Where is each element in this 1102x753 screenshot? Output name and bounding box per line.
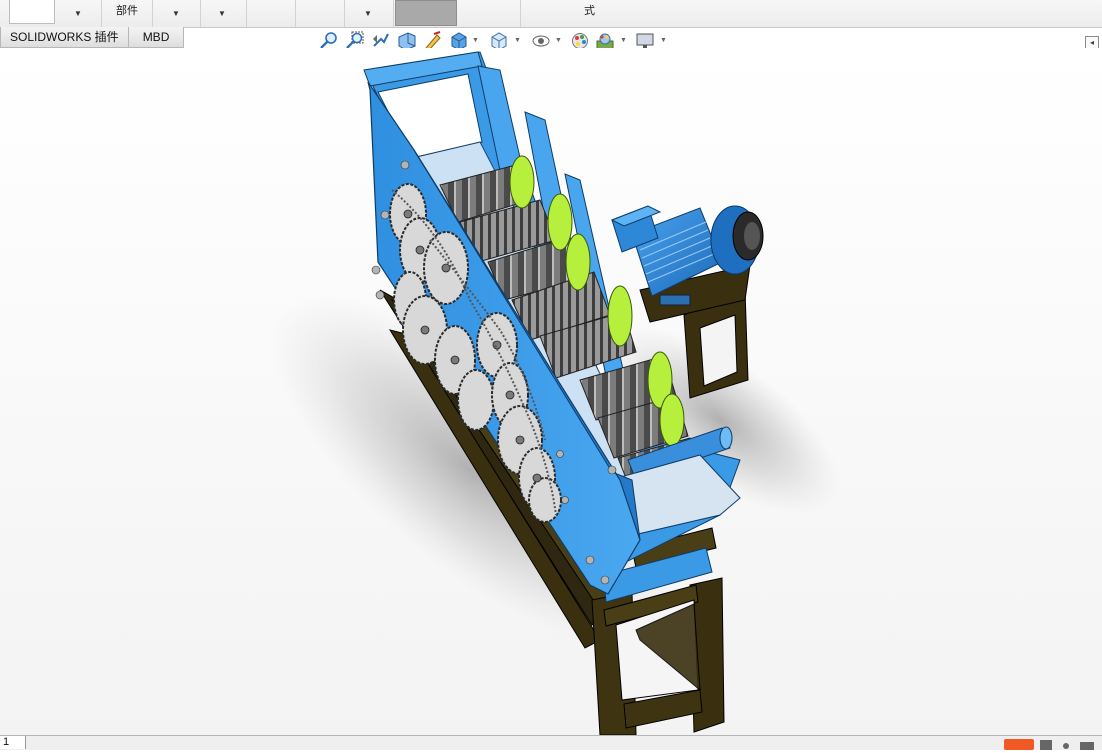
tray-icon[interactable] <box>1063 743 1069 749</box>
ribbon-segment-mode[interactable]: 式 <box>520 0 660 27</box>
tab-solidworks-addins[interactable]: SOLIDWORKS 插件 <box>0 27 129 48</box>
ribbon-segment-1: ▼ <box>0 0 102 27</box>
model-3d-view[interactable] <box>0 48 1102 735</box>
tray-app-icon[interactable] <box>1004 739 1034 750</box>
chevron-down-icon[interactable]: ▼ <box>555 37 562 44</box>
ribbon-segment-7: ▼ <box>344 0 394 27</box>
ribbon-button-active[interactable] <box>395 0 457 26</box>
chevron-down-icon[interactable]: ▼ <box>172 9 180 18</box>
chevron-down-icon[interactable]: ▼ <box>514 37 521 44</box>
tab-mbd[interactable]: MBD <box>128 27 185 48</box>
chevron-down-icon[interactable]: ▼ <box>472 37 479 44</box>
sheet-tab-1[interactable]: 1 <box>0 736 26 749</box>
ribbon-segment-6[interactable] <box>295 0 345 27</box>
ribbon-segment-4: ▼ <box>200 0 247 27</box>
ribbon-segment-5[interactable] <box>246 0 296 27</box>
sheet-tabs-bar: 1 <box>0 735 1102 750</box>
command-ribbon: ▼ 部件 ▼ ▼ ▼ 式 <box>0 0 1102 28</box>
ribbon-segment-assembly[interactable]: 部件 <box>101 0 153 27</box>
ribbon-label-parts: 部件 <box>116 5 138 17</box>
ribbon-segment-speedpak[interactable] <box>458 0 521 27</box>
chevron-down-icon[interactable]: ▼ <box>660 37 667 44</box>
chevron-down-icon[interactable]: ▼ <box>74 9 82 18</box>
graphics-area[interactable] <box>0 48 1102 735</box>
command-manager-tabs: SOLIDWORKS 插件 MBD <box>0 27 185 48</box>
chevron-down-icon[interactable]: ▼ <box>364 9 372 18</box>
chevron-down-icon[interactable]: ▼ <box>218 9 226 18</box>
chevron-down-icon[interactable]: ▼ <box>620 37 627 44</box>
system-tray <box>1002 736 1102 750</box>
ribbon-segment-3: ▼ <box>152 0 201 27</box>
ribbon-label-10b: 式 <box>584 5 595 17</box>
